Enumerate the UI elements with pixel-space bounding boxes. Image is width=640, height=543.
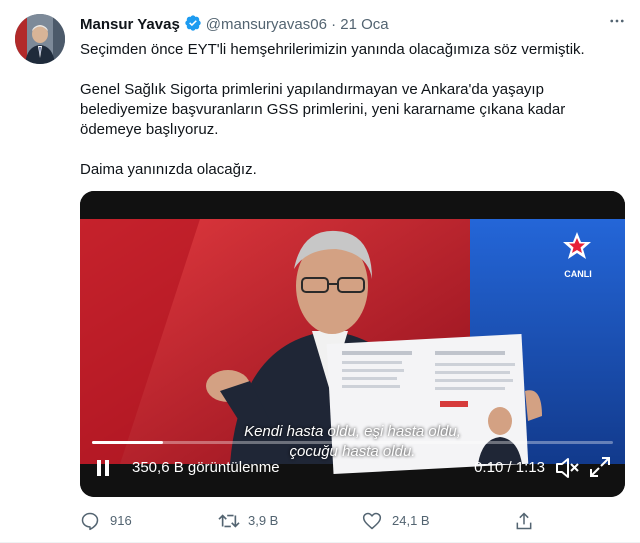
tweet: Mansur Yavaş @mansuryavas06 · 21 Oca Seçi… xyxy=(0,0,640,543)
video-progress-bar[interactable] xyxy=(92,441,613,444)
video-progress-fill xyxy=(92,441,164,444)
tweet-actions: 916 3,9 B 24,1 B xyxy=(80,510,600,532)
mute-icon[interactable] xyxy=(555,457,579,483)
pause-icon[interactable] xyxy=(96,459,110,481)
more-horizontal-icon[interactable] xyxy=(608,12,626,34)
video-player[interactable]: CANLI Kendi hasta oldu, eşi hasta oldu, … xyxy=(80,191,625,497)
author-handle[interactable]: @mansuryavas06 xyxy=(206,16,327,33)
reply-count: 916 xyxy=(110,513,132,528)
video-subtitle-line1: Kendi hasta oldu, eşi hasta oldu, xyxy=(244,423,461,440)
view-count: 350,6 B görüntülenme xyxy=(132,459,280,476)
video-time: 0:10 / 1:13 xyxy=(474,459,545,476)
video-controls: 350,6 B görüntülenme 0:10 / 1:13 xyxy=(80,453,625,483)
tweet-date[interactable]: 21 Oca xyxy=(340,16,388,33)
share-icon xyxy=(516,512,532,530)
tweet-paragraph: Genel Sağlık Sigorta primlerini yapıland… xyxy=(80,81,566,138)
like-count: 24,1 B xyxy=(392,513,430,528)
reply-icon xyxy=(81,512,99,531)
verified-badge-icon xyxy=(184,14,202,36)
live-label: CANLI xyxy=(564,269,592,279)
fullscreen-icon[interactable] xyxy=(589,456,611,482)
retweet-count: 3,9 B xyxy=(248,513,279,528)
tweet-paragraph: Daima yanınızda olacağız. xyxy=(80,161,257,178)
tweet-header: Mansur Yavaş @mansuryavas06 · 21 Oca xyxy=(80,14,626,34)
author-name[interactable]: Mansur Yavaş xyxy=(80,16,180,33)
heart-icon xyxy=(362,512,382,530)
tweet-text: Seçimden önce EYT'li hemşehrilerimizin y… xyxy=(80,40,620,180)
retweet-icon xyxy=(218,514,240,528)
tweet-paragraph: Seçimden önce EYT'li hemşehrilerimizin y… xyxy=(80,41,585,58)
avatar[interactable] xyxy=(15,14,65,64)
header-separator: · xyxy=(331,16,337,33)
